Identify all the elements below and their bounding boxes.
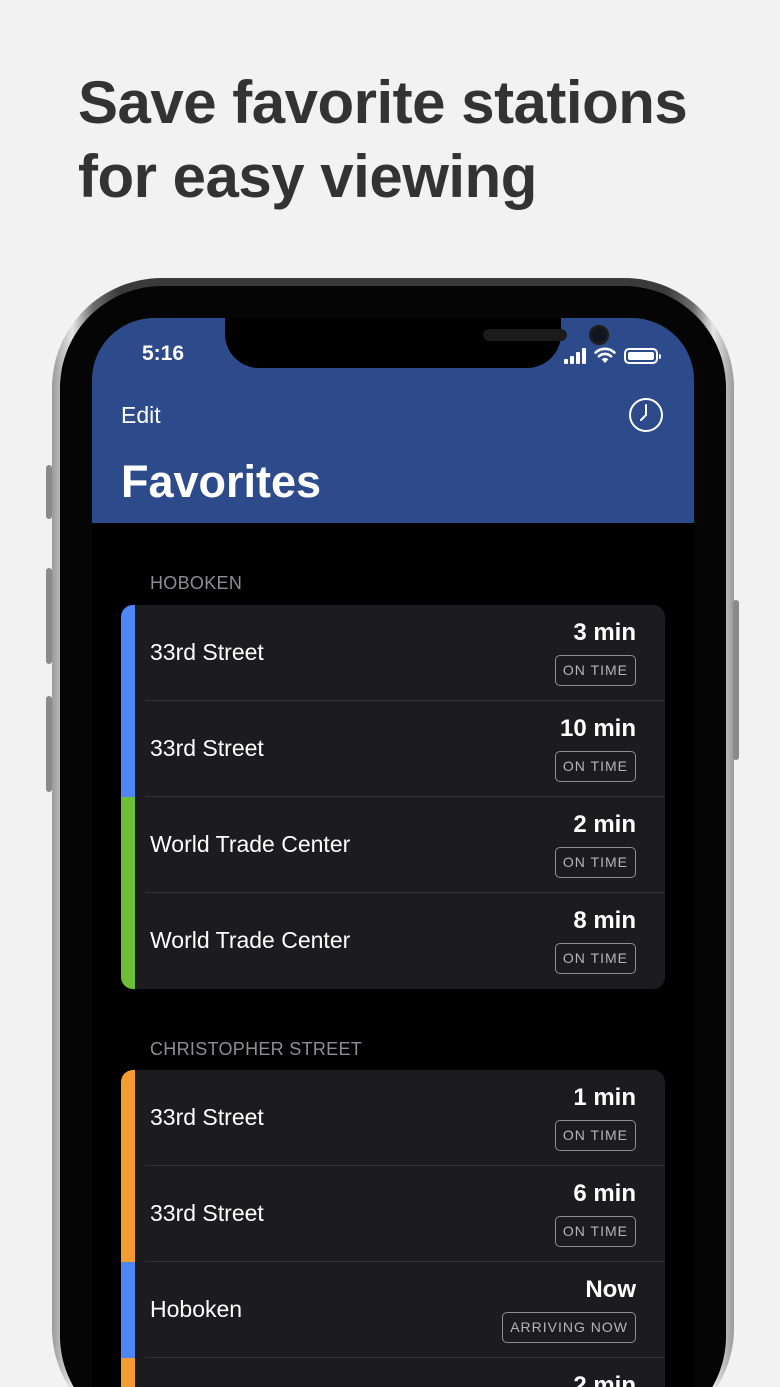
destination-label: Hoboken — [150, 1296, 243, 1322]
front-camera — [589, 325, 609, 345]
favorites-card-christopher-street: 33rd Street 1 min ON TIME 33rd Street 6 … — [121, 1070, 665, 1387]
line-color-stripe — [121, 1070, 135, 1166]
silent-switch — [46, 465, 52, 519]
favorites-card-hoboken: 33rd Street 3 min ON TIME 33rd Street 10… — [121, 605, 665, 989]
destination-label: 33rd Street — [150, 1104, 264, 1130]
list-item[interactable]: 33rd Street 10 min ON TIME — [121, 701, 665, 797]
arrival-time: 2 min — [573, 811, 636, 838]
line-color-stripe — [121, 893, 135, 989]
list-item[interactable]: World Trade Center 8 min ON TIME — [121, 893, 665, 989]
notch — [225, 318, 609, 368]
status-badge: ON TIME — [554, 655, 636, 686]
arrival-time: 10 min — [559, 715, 636, 742]
volume-down-button — [46, 696, 52, 792]
status-badge: ON TIME — [554, 1216, 636, 1247]
list-item[interactable]: 33rd Street 1 min ON TIME — [121, 1070, 665, 1166]
arrival-time: 2 min — [573, 1372, 636, 1387]
list-item[interactable]: Hoboken Now ARRIVING NOW — [121, 1262, 665, 1358]
page-title: Favorites — [121, 456, 322, 507]
destination-label: 33rd Street — [150, 639, 264, 665]
line-color-stripe — [121, 797, 135, 893]
status-badge: ON TIME — [554, 847, 636, 878]
power-button — [733, 600, 739, 760]
headline-line-1: Save favorite stations — [78, 69, 688, 136]
destination-label: World Trade Center — [150, 831, 351, 857]
section-title-christopher-street: CHRISTOPHER STREET — [150, 1039, 363, 1059]
headline-line-2: for easy viewing — [78, 143, 537, 210]
line-color-stripe — [121, 1262, 135, 1358]
list-item[interactable]: 33rd Street 6 min ON TIME — [121, 1166, 665, 1262]
section-title-hoboken: HOBOKEN — [150, 573, 243, 593]
destination-label: World Trade Center — [150, 927, 351, 953]
arrival-time: 1 min — [573, 1084, 636, 1111]
battery-icon — [624, 348, 661, 364]
list-item[interactable]: 33rd Street 3 min ON TIME — [121, 605, 665, 701]
list-item[interactable]: 2 min — [121, 1358, 665, 1387]
destination-label: 33rd Street — [150, 735, 264, 761]
line-color-stripe — [121, 701, 135, 797]
list-item[interactable]: World Trade Center 2 min ON TIME — [121, 797, 665, 893]
status-badge: ON TIME — [554, 751, 636, 782]
volume-up-button — [46, 568, 52, 664]
line-color-stripe — [121, 605, 135, 701]
line-color-stripe — [121, 1358, 135, 1387]
speaker-grille — [483, 329, 567, 341]
signal-icon — [564, 348, 586, 364]
arrival-time: Now — [585, 1276, 636, 1303]
headline: Save favorite stations for easy viewing — [78, 66, 758, 214]
arrival-time: 3 min — [573, 619, 636, 646]
status-badge: ON TIME — [554, 943, 636, 974]
status-badge: ON TIME — [554, 1120, 636, 1151]
destination-label: 33rd Street — [150, 1200, 264, 1226]
line-color-stripe — [121, 1166, 135, 1262]
arrival-time: 8 min — [573, 907, 636, 934]
phone-screen: 5:16 Edit Favorites HOBOKEN 33rd Street … — [92, 318, 694, 1387]
status-icons — [564, 344, 661, 364]
edit-button[interactable]: Edit — [121, 402, 161, 429]
status-badge: ARRIVING NOW — [502, 1312, 636, 1343]
wifi-icon — [594, 347, 616, 363]
status-time: 5:16 — [142, 342, 185, 365]
clock-icon[interactable] — [628, 397, 664, 433]
arrival-time: 6 min — [573, 1180, 636, 1207]
